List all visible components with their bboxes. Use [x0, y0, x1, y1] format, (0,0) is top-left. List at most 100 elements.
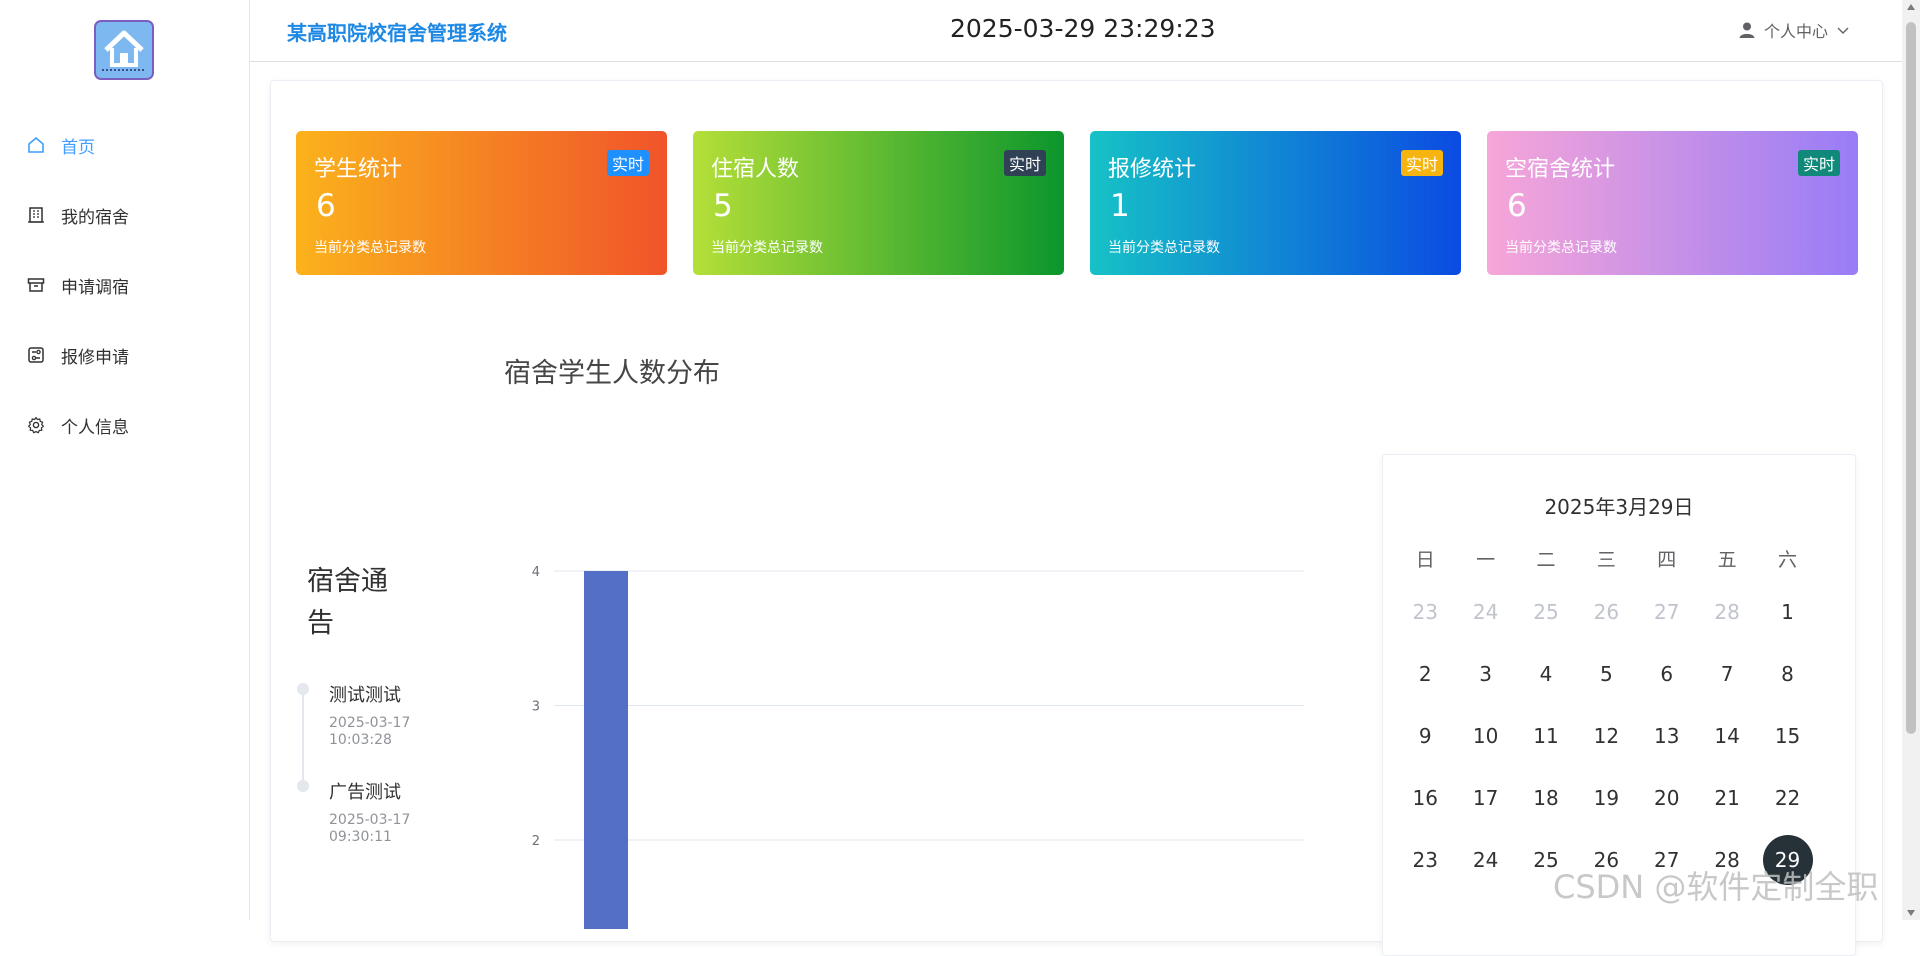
sidebar-item-my-dorm[interactable]: 我的宿舍 [0, 180, 249, 250]
sidebar-item-change-dorm[interactable]: 申请调宿 [0, 250, 249, 320]
notice-item-title[interactable]: 广告测试 [329, 778, 401, 804]
realtime-badge: 实时 [1797, 150, 1840, 176]
chart-title: 宿舍学生人数分布 [504, 358, 720, 389]
box-icon [26, 275, 46, 295]
realtime-badge: 实时 [606, 150, 649, 176]
calendar-day[interactable]: 4 [1516, 662, 1576, 686]
sidebar-item-label: 申请调宿 [61, 277, 129, 298]
realtime-badge: 实时 [1003, 150, 1046, 176]
calendar-day[interactable]: 20 [1637, 786, 1697, 810]
calendar-day[interactable]: 13 [1637, 724, 1697, 748]
calendar-day-number: 19 [1593, 786, 1620, 810]
calendar-day-number: 16 [1412, 786, 1438, 810]
calendar-day[interactable]: 22 [1757, 786, 1817, 810]
sidebar-item-repair[interactable]: 报修申请 [0, 320, 249, 390]
stat-value: 6 [316, 188, 336, 224]
calendar-day[interactable]: 26 [1576, 600, 1636, 624]
dashboard-card: 学生统计 6 当前分类总记录数 实时 住宿人数 5 当前分类总记录数 实时 报修… [270, 80, 1883, 956]
notice-section-title: 宿舍通告 [307, 566, 388, 639]
calendar-day-number: 25 [1533, 600, 1559, 624]
calendar-day[interactable]: 17 [1455, 786, 1515, 810]
calendar-day[interactable]: 12 [1576, 724, 1636, 748]
calendar-day[interactable]: 3 [1455, 662, 1515, 686]
calendar-day-number: 24 [1472, 848, 1499, 872]
calendar-day-number: 11 [1533, 724, 1559, 748]
building-icon [26, 205, 46, 225]
calendar-day-number: 1 [1781, 600, 1794, 624]
calendar-day-number: 4 [1539, 662, 1553, 686]
calendar-day[interactable]: 9 [1395, 724, 1455, 748]
calendar-day[interactable]: 24 [1455, 848, 1515, 872]
y-tick-label: 3 [532, 700, 540, 715]
scroll-down-arrow-icon[interactable] [1907, 910, 1915, 916]
calendar-day-number: 7 [1720, 662, 1734, 686]
side-menu: 首页 我的宿舍 申请调宿 报修申请 个人信息 [0, 110, 249, 460]
sidebar-item-label: 报修申请 [61, 347, 129, 368]
stat-card-students: 学生统计 6 当前分类总记录数 实时 [296, 131, 667, 275]
tools-icon [26, 345, 46, 365]
stat-title: 学生统计 [314, 157, 403, 182]
stat-card-residents: 住宿人数 5 当前分类总记录数 实时 [693, 131, 1064, 275]
calendar-week-row: 16 17 18 19 20 21 22 [1395, 767, 1848, 829]
bar[interactable] [584, 571, 628, 929]
notice-item-time: 2025-03-17 09:30:11 [329, 812, 411, 845]
calendar-day[interactable]: 5 [1576, 662, 1636, 686]
stat-title: 报修统计 [1108, 157, 1197, 182]
user-icon [1739, 22, 1755, 38]
calendar-day-number: 14 [1714, 724, 1740, 748]
calendar-day-number: 12 [1593, 724, 1620, 748]
timeline-line [302, 693, 304, 783]
calendar-day-number: 23 [1412, 848, 1438, 872]
calendar-day[interactable]: 11 [1516, 724, 1576, 748]
gear-icon [26, 415, 46, 435]
calendar-day[interactable]: 15 [1757, 724, 1817, 748]
weekday-label: 六 [1778, 548, 1798, 571]
calendar-day[interactable]: 21 [1697, 786, 1757, 810]
stat-desc: 当前分类总记录数 [314, 240, 426, 256]
calendar-day[interactable]: 23 [1395, 848, 1455, 872]
calendar-day[interactable]: 19 [1576, 786, 1636, 810]
chevron-down-icon [1837, 27, 1849, 34]
calendar-day[interactable]: 18 [1516, 786, 1576, 810]
y-tick-label: 2 [532, 834, 540, 849]
calendar-day[interactable]: 24 [1455, 600, 1515, 624]
stat-value: 1 [1110, 188, 1130, 224]
calendar-day[interactable]: 8 [1757, 662, 1817, 686]
calendar-day[interactable]: 6 [1637, 662, 1697, 686]
sidebar-item-home[interactable]: 首页 [0, 110, 249, 180]
sidebar-item-label: 我的宿舍 [61, 207, 129, 228]
page-scrollbar[interactable] [1902, 0, 1920, 920]
sidebar-item-profile[interactable]: 个人信息 [0, 390, 249, 460]
calendar-day[interactable]: 28 [1697, 600, 1757, 624]
calendar-day[interactable]: 7 [1697, 662, 1757, 686]
calendar-day[interactable]: 1 [1757, 600, 1817, 624]
calendar-day[interactable]: 16 [1395, 786, 1455, 810]
calendar-day[interactable]: 25 [1516, 600, 1576, 624]
calendar-day[interactable]: 10 [1455, 724, 1515, 748]
current-datetime: 2025-03-29 23:29:23 [950, 14, 1216, 43]
home-icon [26, 135, 46, 155]
calendar-day[interactable]: 27 [1637, 600, 1697, 624]
calendar-day-number: 3 [1479, 662, 1492, 686]
top-header: 某高职院校宿舍管理系统 2025-03-29 23:29:23 个人中心 [250, 0, 1920, 62]
calendar-day[interactable]: 2 [1395, 662, 1455, 686]
calendar-week-row: 23 24 25 26 27 28 1 [1395, 581, 1848, 643]
calendar-day-number: 13 [1654, 724, 1680, 748]
calendar-grid: 日一二三四五六 23 24 25 26 27 28 1 2 3 4 5 6 7 8 9 10 11 12 13 14 15… [1395, 535, 1848, 891]
stat-value: 5 [713, 188, 733, 224]
stat-desc: 当前分类总记录数 [711, 240, 823, 256]
stat-title: 住宿人数 [711, 157, 800, 182]
user-center-dropdown[interactable]: 个人中心 [1738, 18, 1850, 42]
stat-desc: 当前分类总记录数 [1505, 240, 1617, 256]
notice-item-title[interactable]: 测试测试 [329, 681, 401, 707]
calendar-day-number: 18 [1533, 786, 1559, 810]
scroll-thumb[interactable] [1906, 22, 1916, 734]
weekday-label: 五 [1717, 548, 1737, 571]
calendar-day[interactable]: 23 [1395, 600, 1455, 624]
stat-card-repairs: 报修统计 1 当前分类总记录数 实时 [1090, 131, 1461, 275]
timeline-dot [297, 780, 309, 792]
scroll-up-arrow-icon[interactable] [1907, 4, 1915, 10]
calendar-day[interactable]: 14 [1697, 724, 1757, 748]
calendar-day-number: 23 [1412, 600, 1438, 624]
calendar-header: 2025年3月29日 [1544, 495, 1694, 519]
